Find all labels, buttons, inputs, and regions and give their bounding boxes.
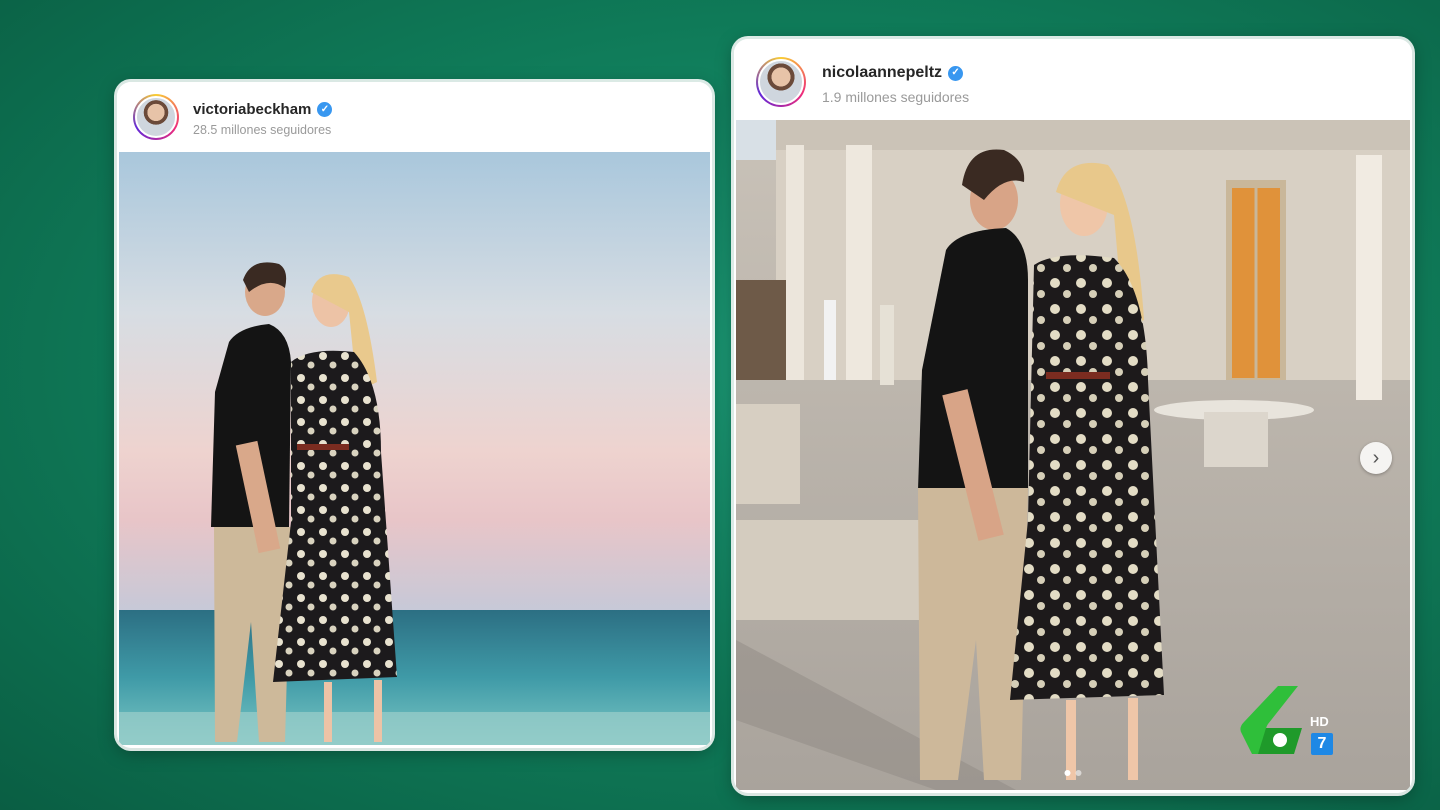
profile-avatar[interactable] — [756, 57, 806, 107]
hd-label: HD — [1310, 714, 1329, 729]
post-username[interactable]: victoriabeckham ✓ — [193, 101, 333, 118]
post-username[interactable]: nicolaannepeltz ✓ — [822, 64, 964, 82]
channel-number-badge: 7 — [1311, 733, 1333, 755]
post-photo[interactable] — [119, 152, 710, 745]
carousel-indicator — [1064, 770, 1082, 776]
verified-badge-icon: ✓ — [948, 65, 964, 81]
carousel-dot — [1064, 770, 1071, 776]
post-header: nicolaannepeltz ✓ 1.9 millones seguidore… — [734, 39, 1412, 119]
username-text: nicolaannepeltz — [822, 64, 943, 81]
follower-count: 28.5 millones seguidores — [193, 123, 332, 137]
username-text: victoriabeckham — [193, 101, 312, 118]
instagram-post-victoriabeckham: victoriabeckham ✓ 28.5 millones seguidor… — [117, 82, 712, 748]
verified-badge-icon: ✓ — [317, 102, 333, 117]
carousel-next-chevron-right-icon[interactable]: › — [1360, 442, 1392, 474]
instagram-post-nicolaannepeltz: nicolaannepeltz ✓ 1.9 millones seguidore… — [734, 39, 1412, 793]
profile-avatar[interactable] — [133, 94, 179, 140]
post-header: victoriabeckham ✓ 28.5 millones seguidor… — [117, 82, 712, 152]
follower-count: 1.9 millones seguidores — [822, 89, 970, 105]
carousel-dot — [1075, 770, 1082, 776]
